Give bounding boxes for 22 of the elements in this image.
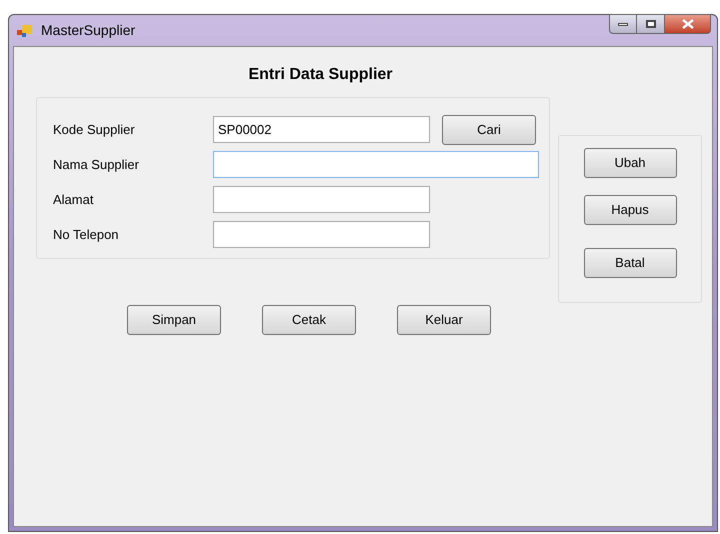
form-button[interactable]: Ubah xyxy=(584,148,676,178)
form-button[interactable]: Cetak xyxy=(262,305,356,335)
field-label: No Telepon xyxy=(53,226,120,244)
maximize-button[interactable] xyxy=(637,14,665,34)
app-icon xyxy=(17,24,33,38)
field-label: Nama Supplier xyxy=(53,156,140,174)
form-button[interactable]: Cari xyxy=(442,114,536,144)
field-label: Kode Supplier xyxy=(53,120,136,139)
form-button[interactable]: Simpan xyxy=(127,305,221,335)
window-title: MasterSupplier xyxy=(41,21,136,40)
input-field[interactable]: SP00002 xyxy=(213,116,430,143)
input-field[interactable] xyxy=(213,151,539,178)
input-field[interactable] xyxy=(213,186,430,213)
form-heading: Entri Data Supplier xyxy=(247,65,394,85)
form-button[interactable]: Hapus xyxy=(584,195,676,225)
input-field[interactable] xyxy=(213,221,430,248)
close-button[interactable] xyxy=(665,14,711,34)
field-label: Alamat xyxy=(53,190,94,209)
minimize-button[interactable] xyxy=(609,14,637,34)
close-icon xyxy=(682,19,694,29)
form-button[interactable]: Batal xyxy=(584,248,676,278)
form-button[interactable]: Keluar xyxy=(397,305,491,335)
